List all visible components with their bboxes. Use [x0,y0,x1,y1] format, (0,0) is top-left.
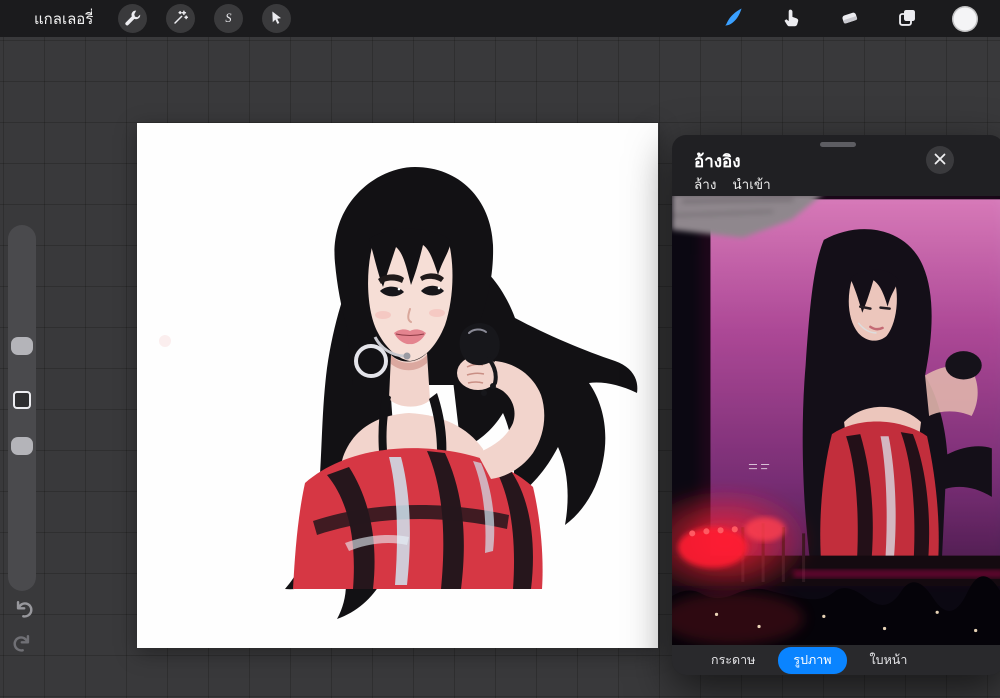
smudge-finger-icon [781,7,802,31]
selection-s-icon: S [220,9,237,29]
svg-text:S: S [226,10,232,24]
transform-arrow-icon [268,9,285,29]
close-button[interactable] [926,146,954,174]
concert-photo [672,196,1000,645]
x-icon [934,153,946,168]
adjustments-button[interactable] [166,4,196,33]
topbar-left: แกลเลอรี่ S [12,4,292,33]
transform-button[interactable] [262,4,292,33]
topbar: แกลเลอรี่ S [0,0,1000,37]
procreate-app: แกลเลอรี่ S อ้างอิง ล้าง นำเข้า กระดาษ ร… [0,0,1000,698]
drag-handle[interactable] [820,142,856,147]
color-disc-icon [952,5,978,32]
tab-face[interactable]: ใบหน้า [855,647,923,674]
tab-canvas[interactable]: กระดาษ [696,647,770,674]
topbar-right [720,5,978,32]
brush-size-slider[interactable] [11,337,33,355]
gallery-button[interactable]: แกลเลอรี่ [34,7,93,31]
import-button[interactable]: นำเข้า [732,173,770,195]
clear-button[interactable]: ล้าง [694,173,716,195]
redo-arrow-icon [12,634,34,657]
eraser-icon [839,7,860,31]
panel-title: อ้างอิง [694,152,741,171]
workspace: อ้างอิง ล้าง นำเข้า กระดาษ รูปภาพ ใบหน้า [0,37,1000,698]
brush-opacity-slider[interactable] [11,437,33,455]
selection-button[interactable]: S [214,4,244,33]
redo-button[interactable] [12,632,34,654]
paint-tool-button[interactable] [720,6,746,32]
smudge-tool-button[interactable] [778,6,804,32]
layers-icon [897,7,918,31]
wrench-icon [124,9,141,29]
artwork-illustration [137,123,658,648]
undo-arrow-icon [12,600,34,623]
panel-actions: ล้าง นำเข้า [694,173,771,195]
tab-image[interactable]: รูปภาพ [778,646,847,674]
drawing-canvas[interactable] [137,123,658,648]
reference-image[interactable] [672,196,1000,645]
reference-panel: อ้างอิง ล้าง นำเข้า กระดาษ รูปภาพ ใบหน้า [672,135,1000,675]
actions-button[interactable] [118,4,148,33]
color-button[interactable] [952,5,978,32]
layers-button[interactable] [894,6,920,32]
magic-wand-icon [172,9,189,29]
brush-slider-rail[interactable] [8,225,36,591]
brush-icon [722,6,744,31]
modify-button[interactable] [13,391,31,409]
reference-tab-bar: กระดาษ รูปภาพ ใบหน้า [672,645,1000,675]
undo-button[interactable] [12,598,34,620]
erase-tool-button[interactable] [836,6,862,32]
